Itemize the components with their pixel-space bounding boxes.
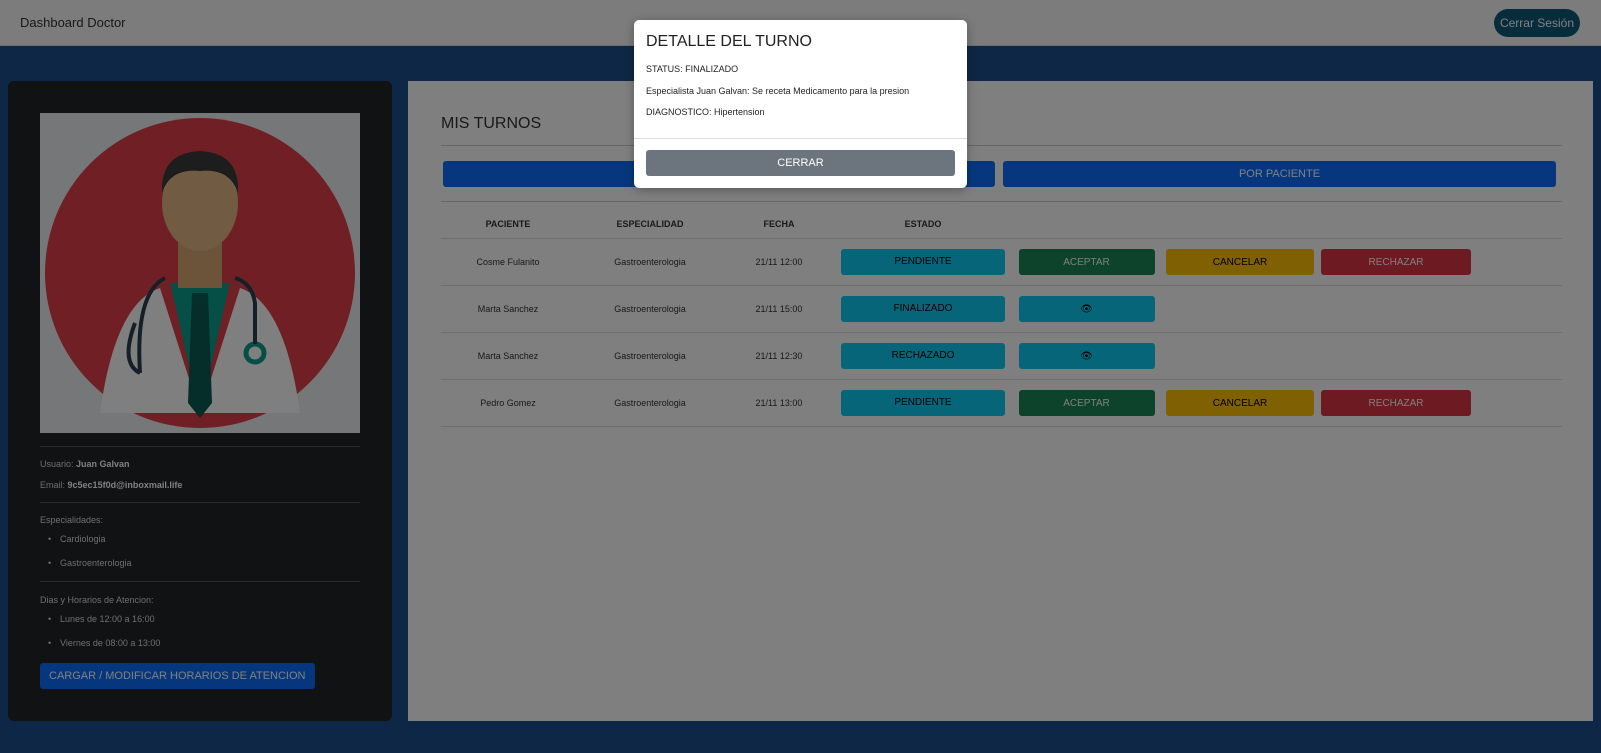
close-modal-button[interactable]: CERRAR: [646, 150, 955, 176]
modal-review: Especialista Juan Galvan: Se receta Medi…: [646, 86, 910, 96]
appointment-detail-modal: DETALLE DEL TURNO STATUS: FINALIZADO Esp…: [634, 20, 967, 188]
modal-status: STATUS: FINALIZADO: [646, 64, 739, 74]
modal-title: DETALLE DEL TURNO: [646, 33, 812, 50]
modal-diagnosis: DIAGNOSTICO: Hipertension: [646, 107, 765, 117]
modal-divider: [634, 138, 967, 139]
